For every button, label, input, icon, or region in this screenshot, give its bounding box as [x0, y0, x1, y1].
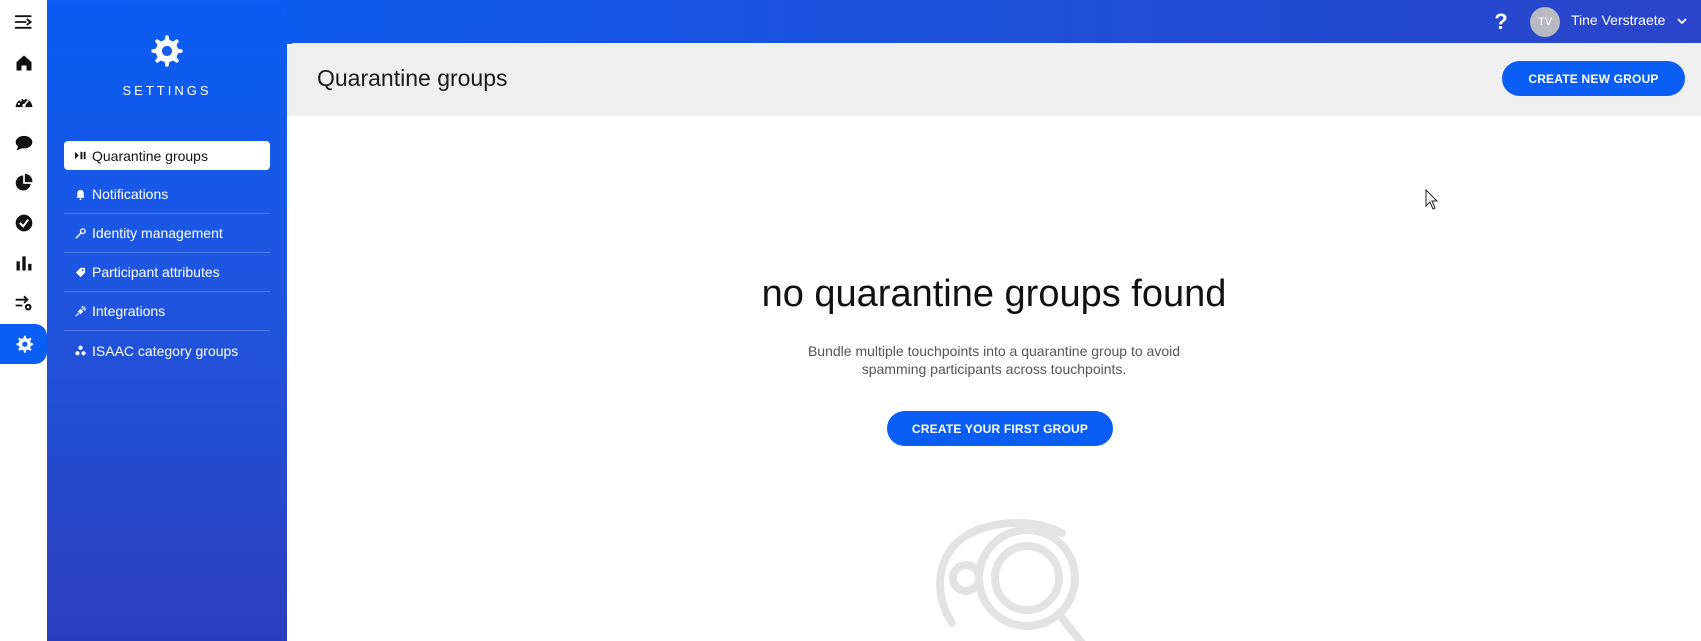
settings-menu: Quarantine groups Notifications Identity…	[64, 141, 270, 370]
sidebar-item-label: Integrations	[92, 303, 166, 319]
sidebar-item-participant-attributes[interactable]: Participant attributes	[64, 253, 270, 292]
pie-chart-icon[interactable]	[0, 163, 47, 203]
sidebar-item-quarantine-groups[interactable]: Quarantine groups	[64, 141, 270, 170]
tag-icon	[72, 267, 88, 278]
bar-chart-icon[interactable]	[0, 243, 47, 283]
chevron-down-icon[interactable]	[1676, 15, 1688, 27]
sidebar-item-notifications[interactable]: Notifications	[64, 175, 270, 214]
avatar[interactable]: TV	[1530, 7, 1560, 37]
user-name[interactable]: Tine Verstraete	[1571, 12, 1665, 28]
sidebar-item-label: Quarantine groups	[92, 147, 208, 164]
category-groups-icon	[72, 345, 88, 356]
settings-sidebar: SETTINGS Quarantine groups Notifications…	[47, 0, 287, 641]
sidebar-item-identity-management[interactable]: Identity management	[64, 214, 270, 253]
chat-icon[interactable]	[0, 123, 47, 163]
sidebar-item-isaac-category-groups[interactable]: ISAAC category groups	[64, 331, 270, 370]
create-first-group-button[interactable]: CREATE YOUR FIRST GROUP	[887, 411, 1113, 446]
page-header: Quarantine groups CREATE NEW GROUP	[287, 43, 1701, 116]
page-title: Quarantine groups	[317, 65, 508, 91]
sidebar-item-integrations[interactable]: Integrations	[64, 292, 270, 331]
key-icon	[72, 227, 88, 239]
icon-rail	[0, 0, 47, 641]
settings-header: SETTINGS	[47, 34, 287, 98]
empty-state-description: Bundle multiple touchpoints into a quara…	[807, 343, 1181, 377]
gear-icon	[150, 35, 184, 72]
home-icon[interactable]	[0, 43, 47, 83]
workflow-icon[interactable]	[0, 283, 47, 323]
dashboard-icon[interactable]	[0, 83, 47, 123]
sidebar-item-label: Identity management	[92, 225, 223, 241]
bell-icon	[72, 189, 88, 200]
settings-title: SETTINGS	[122, 83, 212, 98]
empty-state-title: no quarantine groups found	[761, 273, 1227, 315]
plug-icon	[72, 305, 88, 317]
top-bar	[47, 0, 1701, 44]
gear-icon[interactable]	[0, 324, 47, 364]
pause-play-icon	[72, 150, 88, 161]
main-panel: Quarantine groups CREATE NEW GROUP no qu…	[287, 43, 1701, 641]
sidebar-item-label: Notifications	[92, 186, 169, 202]
check-circle-icon[interactable]	[0, 203, 47, 243]
mouse-cursor-icon	[1425, 189, 1439, 210]
search-illustration-icon	[936, 519, 1086, 641]
menu-collapse-icon[interactable]	[0, 2, 47, 42]
create-new-group-button[interactable]: CREATE NEW GROUP	[1502, 61, 1685, 96]
sidebar-item-label: ISAAC category groups	[92, 342, 239, 359]
sidebar-item-label: Participant attributes	[92, 264, 220, 280]
help-icon[interactable]: ?	[1490, 8, 1512, 36]
